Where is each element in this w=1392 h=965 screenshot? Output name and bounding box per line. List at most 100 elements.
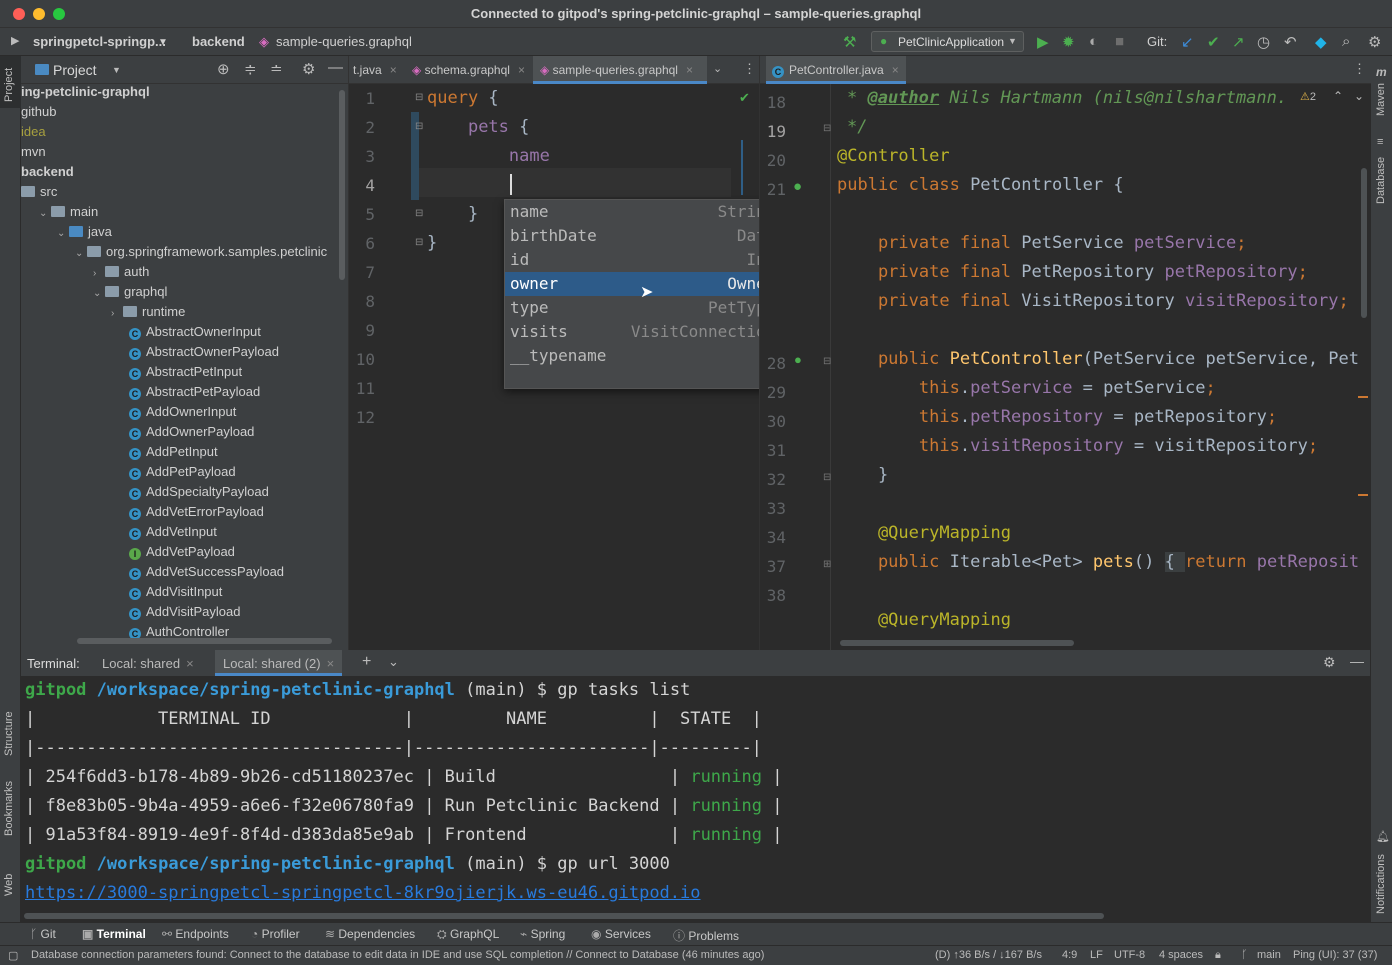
gear-icon[interactable]: ⚙ (302, 60, 315, 78)
tree-item[interactable]: ⌄ org.springframework.samples.petclinic (75, 244, 327, 264)
tree-item[interactable]: C AddOwnerInput (129, 404, 236, 424)
tree-item[interactable]: › runtime (111, 304, 185, 324)
tree-item[interactable]: ⌄ main (39, 204, 98, 224)
debug-icon[interactable]: ✹ (1062, 33, 1075, 51)
tool-window-profiler[interactable]: ◔ Profiler (251, 927, 300, 941)
breadcrumb-dir[interactable]: backend (192, 34, 245, 49)
tab-schema-graphql[interactable]: ◈ schema.graphql × (407, 56, 533, 84)
chevron-down-icon[interactable]: ▼ (112, 65, 121, 75)
fold-icon[interactable]: ⊟ (415, 121, 423, 132)
tree-item[interactable]: C AddVisitInput (129, 584, 222, 604)
more-actions-icon[interactable]: ⋮ (743, 61, 756, 77)
completion-item[interactable]: __typename (505, 344, 795, 368)
tab-pet-controller[interactable]: C PetController.java × (766, 56, 906, 84)
tool-window-endpoints[interactable]: ⚯ Endpoints (162, 927, 229, 941)
tool-window-dependencies[interactable]: ≋ Dependencies (325, 927, 415, 941)
fold-icon[interactable]: ⊟ (415, 92, 423, 103)
tab-java-file[interactable]: t.java × (351, 56, 399, 84)
tree-item[interactable]: backend (21, 164, 74, 184)
locate-icon[interactable]: ⊕ (217, 60, 230, 78)
line-separator[interactable]: LF (1090, 949, 1103, 961)
completion-item[interactable]: visits VisitConnection! (505, 320, 795, 344)
tree-item[interactable]: ⌄ graphql (93, 284, 167, 304)
terminal-tab-shared[interactable]: Local: shared × (102, 650, 194, 676)
tree-item[interactable]: idea (21, 124, 46, 144)
tree-item[interactable]: C AddVetErrorPayload (129, 504, 264, 524)
tree-item[interactable]: C AddVetSuccessPayload (129, 564, 284, 584)
expand-arrow-icon[interactable]: ⌄ (75, 248, 87, 259)
tree-item[interactable]: github (21, 104, 56, 124)
fold-icon[interactable]: ⊞ (823, 559, 831, 570)
hide-panel-icon[interactable]: — (328, 59, 343, 76)
tree-item[interactable]: › auth (93, 264, 149, 284)
project-tool-label[interactable]: Project (3, 68, 15, 102)
git-push-icon[interactable]: ↗ (1232, 33, 1245, 51)
project-selector[interactable]: springpetcl-springp... (33, 34, 166, 49)
stop-icon[interactable]: ■ (1115, 33, 1124, 50)
collapse-arrow-icon[interactable]: › (111, 308, 123, 319)
git-branch[interactable]: main (1257, 949, 1281, 961)
expand-arrow-icon[interactable]: ⌄ (93, 288, 105, 299)
expand-arrow-icon[interactable]: ⌄ (57, 228, 69, 239)
expand-arrow-icon[interactable]: ⌄ (39, 208, 51, 219)
new-terminal-icon[interactable]: + (362, 653, 371, 671)
gear-icon[interactable]: ⚙ (1323, 654, 1336, 671)
tab-overflow-chevron-icon[interactable]: ⌄ (713, 62, 722, 75)
tree-vertical-scrollbar[interactable] (339, 90, 345, 280)
fold-icon[interactable]: ⊟ (823, 123, 831, 134)
completion-item[interactable]: idInt! (505, 248, 795, 272)
indent-setting[interactable]: 4 spaces (1159, 949, 1203, 961)
more-actions-icon[interactable]: ⋮ (1353, 61, 1366, 77)
tree-item[interactable]: C AbstractOwnerPayload (129, 344, 279, 364)
tool-window-graphql[interactable]: ⛭ GraphQL (437, 927, 499, 942)
tree-item[interactable]: C AddPetPayload (129, 464, 236, 484)
tree-item[interactable]: C AbstractOwnerInput (129, 324, 261, 344)
tree-horizontal-scrollbar[interactable] (77, 638, 332, 644)
fold-icon[interactable]: ⊟ (823, 472, 831, 483)
tree-item[interactable]: ing-petclinic-graphql (21, 84, 150, 104)
tree-item[interactable]: C AbstractPetPayload (129, 384, 260, 404)
close-tab-icon[interactable]: × (518, 63, 525, 77)
spring-bean-gutter-icon[interactable]: ● (793, 178, 802, 195)
caret-position[interactable]: 4:9 (1062, 949, 1077, 961)
status-message[interactable]: Database connection parameters found: Co… (31, 949, 764, 961)
run-config-selector[interactable]: ● PetClinicApplication ▼ (871, 31, 1024, 52)
tool-window-git[interactable]: ᚴ Git (30, 927, 56, 941)
tree-item[interactable]: C AddVisitPayload (129, 604, 240, 624)
tree-item[interactable]: C AddVetInput (129, 524, 217, 544)
code-with-me-icon[interactable]: ◆ (1315, 33, 1327, 51)
breadcrumb-file[interactable]: sample-queries.graphql (276, 34, 412, 49)
tool-window-spring[interactable]: ⌁ Spring (520, 927, 565, 941)
fold-icon[interactable]: ⊟ (415, 237, 423, 248)
collapse-all-icon[interactable]: ≐ (270, 60, 283, 78)
tree-item[interactable]: C AddOwnerPayload (129, 424, 254, 444)
lock-icon[interactable]: 🔒︎ (1215, 949, 1221, 962)
chevron-down-icon[interactable]: ⌄ (388, 654, 399, 670)
git-update-icon[interactable]: ↙ (1181, 33, 1194, 51)
tool-window-terminal[interactable]: ▣ Terminal (82, 927, 146, 941)
close-tab-icon[interactable]: × (327, 656, 335, 671)
java-code[interactable]: * @author Nils Hartmann (nils@nilshartma… (837, 84, 1367, 650)
tree-item[interactable]: C AddSpecialtyPayload (129, 484, 269, 504)
expand-all-icon[interactable]: ≑ (244, 60, 257, 78)
file-encoding[interactable]: UTF-8 (1114, 949, 1145, 961)
tree-item[interactable]: C AddPetInput (129, 444, 218, 464)
gitpod-url-link[interactable]: https://3000-springpetcl-springpetcl-8kr… (25, 883, 701, 903)
close-tab-icon[interactable]: × (892, 63, 899, 77)
database-tool-label[interactable]: Database (1375, 157, 1387, 204)
layout-icon[interactable]: ▢ (8, 949, 18, 962)
tree-item[interactable]: ⌄ java (57, 224, 112, 244)
notifications-tool-label[interactable]: Notifications (1375, 854, 1387, 914)
rollback-icon[interactable]: ↶ (1284, 33, 1297, 51)
terminal-tab-shared-2[interactable]: Local: shared (2) × (215, 650, 343, 676)
terminal-horizontal-scrollbar[interactable] (24, 913, 1104, 919)
tool-window-services[interactable]: ◉ Services (591, 927, 651, 941)
warnings-indicator[interactable]: ⚠2 (1300, 90, 1316, 103)
git-commit-icon[interactable]: ✔ (1207, 33, 1220, 51)
tree-item[interactable]: mvn (21, 144, 46, 164)
terminal-output[interactable]: gitpod /workspace/spring-petclinic-graph… (0, 676, 1370, 916)
java-horizontal-scrollbar[interactable] (840, 640, 1074, 646)
project-view-title[interactable]: Project (53, 62, 97, 78)
maven-tool-label[interactable]: Maven (1375, 83, 1387, 116)
chevron-down-icon[interactable]: ▼ (158, 37, 168, 48)
